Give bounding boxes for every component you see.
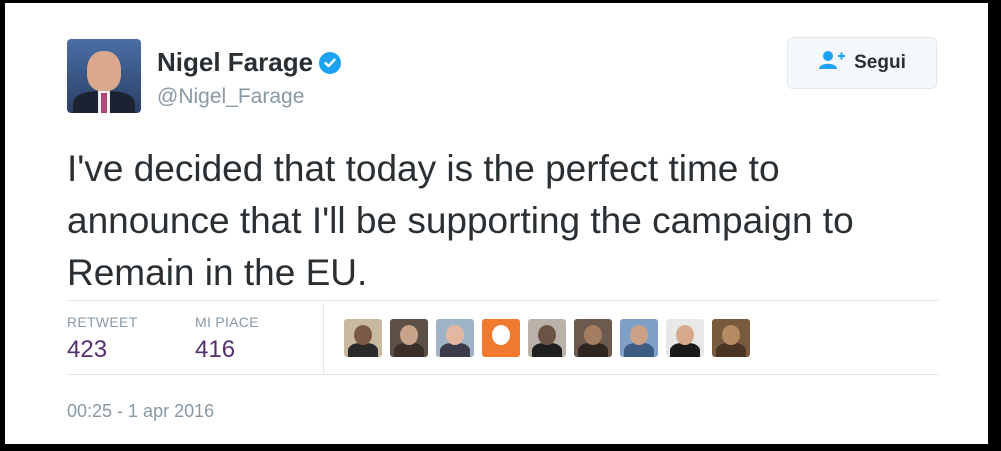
liker-avatars <box>344 319 750 357</box>
user-display-name[interactable]: Nigel Farage <box>157 47 313 78</box>
profile-avatar[interactable] <box>67 39 141 113</box>
divider-bottom <box>67 374 939 375</box>
liker-avatar[interactable] <box>390 319 428 357</box>
divider-top <box>67 300 939 301</box>
tweet-text: I've decided that today is the perfect t… <box>67 148 854 293</box>
retweet-stat[interactable]: RETWEET 423 <box>67 314 138 364</box>
liker-avatar[interactable] <box>666 319 704 357</box>
add-user-icon <box>818 50 846 76</box>
verified-badge-icon <box>319 51 342 74</box>
stats-separator <box>323 303 324 375</box>
like-count[interactable]: 416 <box>195 336 259 364</box>
like-label: MI PIACE <box>195 314 259 330</box>
tweet-card: Nigel Farage @Nigel_Farage Segui I've de… <box>5 3 988 444</box>
liker-avatar[interactable] <box>574 319 612 357</box>
retweet-label: RETWEET <box>67 314 138 330</box>
liker-avatar[interactable] <box>620 319 658 357</box>
like-stat[interactable]: MI PIACE 416 <box>195 314 259 364</box>
tweet-timestamp[interactable]: 00:25 - 1 apr 2016 <box>67 401 214 422</box>
liker-avatar[interactable] <box>528 319 566 357</box>
liker-avatar[interactable] <box>712 319 750 357</box>
follow-button[interactable]: Segui <box>787 37 937 89</box>
liker-avatar[interactable] <box>344 319 382 357</box>
retweet-count[interactable]: 423 <box>67 336 138 364</box>
user-display-name-row[interactable]: Nigel Farage <box>157 47 342 78</box>
liker-avatar[interactable] <box>436 319 474 357</box>
user-handle[interactable]: @Nigel_Farage <box>157 85 304 109</box>
liker-avatar[interactable] <box>482 319 520 357</box>
follow-button-label: Segui <box>854 52 906 73</box>
